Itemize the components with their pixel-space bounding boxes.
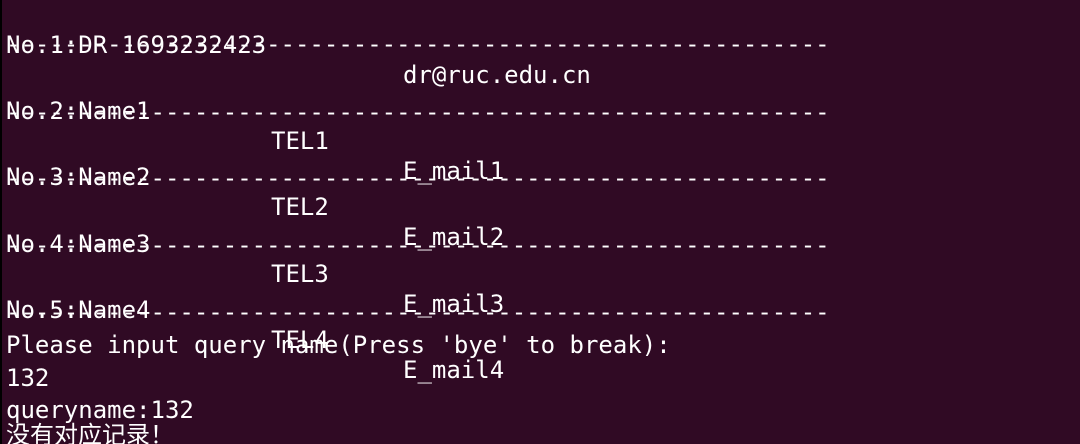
- separator-line: ----------------------------------------…: [6, 164, 830, 192]
- record-tel: TEL3: [271, 260, 329, 288]
- separator-line: ----------------------------------------…: [6, 98, 830, 126]
- result-message: 没有对应记录！: [6, 421, 174, 444]
- record-row-2: No.2:Name1 TEL1 E_mail1: [6, 66, 504, 185]
- separator-line: ----------------------------------------…: [6, 30, 830, 58]
- record-row-3: No.3:Name2 TEL2 E_mail2: [6, 132, 504, 251]
- record-tel: TEL2: [271, 193, 329, 221]
- separator-line: ----------------------------------------…: [6, 298, 830, 326]
- terminal-window[interactable]: No.1:DR 1693232423 dr@ruc.edu.cn -------…: [0, 0, 1080, 444]
- record-tel: TEL1: [271, 127, 329, 155]
- record-row-1: No.1:DR 1693232423 dr@ruc.edu.cn: [6, 0, 591, 89]
- record-email: dr@ruc.edu.cn: [403, 61, 591, 89]
- window-border: [0, 0, 2, 444]
- record-row-4: No.4:Name3 TEL3 E_mail3: [6, 199, 504, 318]
- user-input-line[interactable]: 132: [6, 363, 49, 393]
- separator-line: ----------------------------------------…: [6, 231, 830, 259]
- query-prompt: Please input query name(Press 'bye' to b…: [6, 331, 671, 359]
- record-row-5: No.5:Name4 TEL4 E_mail4: [6, 265, 504, 384]
